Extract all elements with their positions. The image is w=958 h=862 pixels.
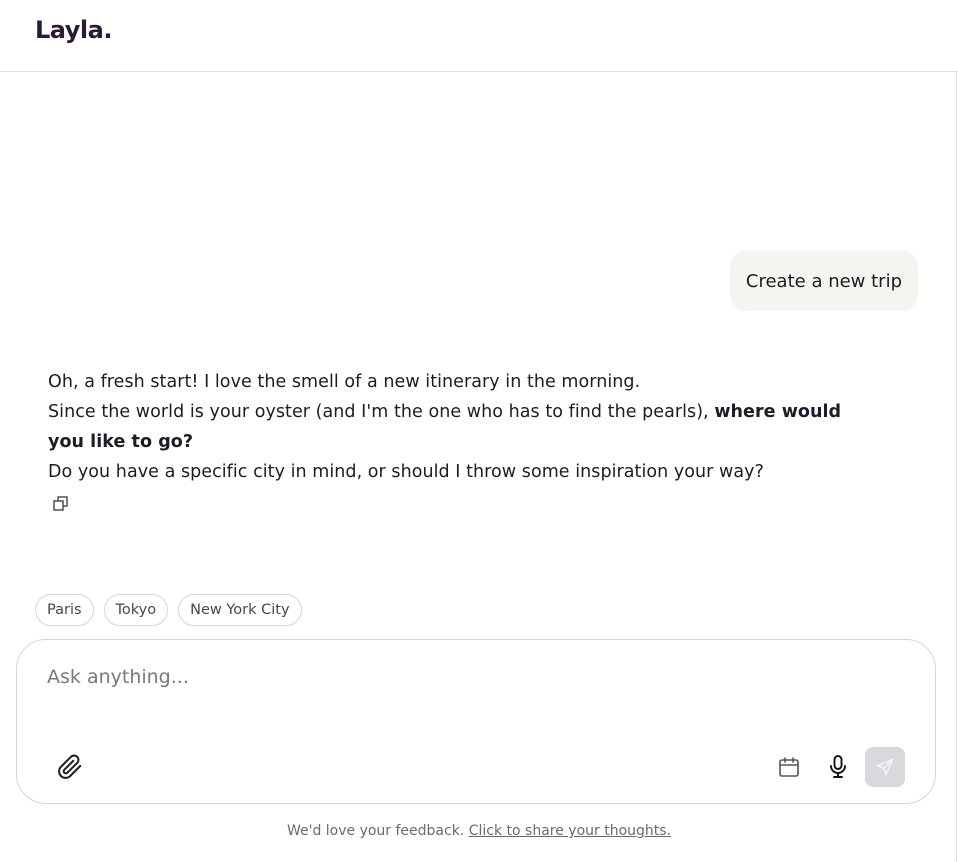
- user-message-bubble: Create a new trip: [729, 251, 918, 311]
- assistant-line-2: Since the world is your oyster (and I'm …: [48, 397, 918, 427]
- header: Layla.: [0, 0, 958, 72]
- suggestion-chip-paris[interactable]: Paris: [35, 594, 94, 626]
- assistant-line-1: Oh, a fresh start! I love the smell of a…: [48, 372, 641, 392]
- copy-icon: [53, 496, 68, 511]
- feedback-text: We'd love your feedback.: [286, 823, 469, 839]
- assistant-line-2-bold: where would: [714, 402, 842, 422]
- user-message-text: Create a new trip: [745, 270, 902, 292]
- assistant-line-3-bold: you like to go?: [48, 432, 194, 452]
- suggestion-chips: Paris Tokyo New York City: [35, 594, 302, 626]
- calendar-button[interactable]: [774, 752, 804, 782]
- send-button[interactable]: [865, 747, 905, 787]
- assistant-line-2-text: Since the world is your oyster (and I'm …: [48, 402, 715, 422]
- calendar-icon: [779, 757, 799, 777]
- suggestion-chip-new-york-city[interactable]: New York City: [178, 594, 302, 626]
- scrollbar-track: [956, 72, 957, 862]
- microphone-icon: [830, 755, 846, 778]
- send-icon: [876, 758, 894, 776]
- assistant-line-3: you like to go?: [48, 427, 918, 457]
- layla-logo[interactable]: Layla.: [35, 16, 112, 44]
- copy-button[interactable]: [51, 494, 71, 514]
- suggestion-chip-tokyo[interactable]: Tokyo: [103, 594, 169, 626]
- message-composer: [16, 639, 936, 804]
- attach-button[interactable]: [55, 752, 85, 782]
- assistant-message: Oh, a fresh start! I love the smell of a…: [48, 367, 918, 487]
- feedback-link[interactable]: Click to share your thoughts.: [469, 823, 671, 839]
- chat-input[interactable]: [47, 662, 747, 692]
- assistant-line-4: Do you have a specific city in mind, or …: [48, 462, 764, 482]
- paperclip-icon: [58, 754, 82, 779]
- feedback-footer: We'd love your feedback. Click to share …: [0, 823, 958, 839]
- microphone-button[interactable]: [823, 752, 853, 782]
